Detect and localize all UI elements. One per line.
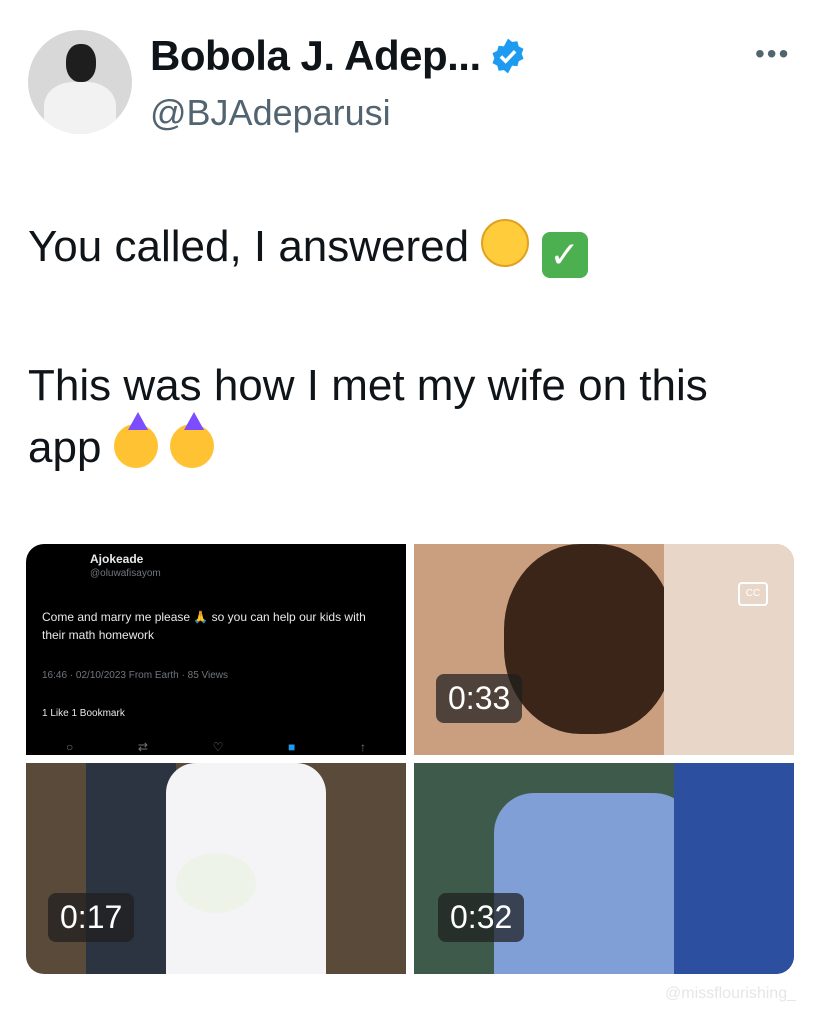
more-icon[interactable]: •••: [755, 38, 790, 70]
author-display-name[interactable]: Bobola J. Adep...: [150, 32, 481, 80]
tweet-line1-text: You called, I answered: [28, 222, 470, 271]
person-face: [504, 544, 674, 734]
party-emoji-icon: [169, 412, 214, 468]
media-grid[interactable]: Ajokeade @oluwafisayom Come and marry me…: [26, 544, 794, 974]
retweet-icon: ⇄: [137, 740, 148, 754]
watermark: @missflourishing_: [665, 985, 796, 1002]
video-duration: 0:32: [438, 893, 525, 942]
mural: [674, 763, 794, 974]
avatar[interactable]: [28, 30, 132, 134]
embedded-tweet-actions: ○ ⇄ ♡ ■ ↑: [66, 740, 366, 754]
embedded-tweet-handle: @oluwafisayom: [90, 568, 161, 579]
author-handle[interactable]: @BJAdeparusi: [150, 92, 391, 134]
grinning-emoji-icon: [481, 219, 530, 267]
embedded-tweet-meta: 16:46 · 02/10/2023 From Earth · 85 Views: [42, 670, 229, 681]
video-thumbnail[interactable]: 0:17: [26, 763, 406, 974]
author-name-row[interactable]: Bobola J. Adep...: [150, 32, 527, 80]
embedded-tweet-name: Ajokeade: [90, 552, 144, 566]
video-thumbnail[interactable]: 0:32: [414, 763, 794, 974]
like-icon: ♡: [212, 740, 224, 754]
party-emoji-icon: [113, 412, 158, 468]
bouquet: [176, 853, 256, 913]
bookmark-icon: ■: [288, 740, 296, 754]
embedded-tweet-image[interactable]: Ajokeade @oluwafisayom Come and marry me…: [26, 544, 406, 755]
tweet-text-line1: You called, I answered ✓: [28, 216, 588, 278]
embedded-tweet-stats: 1 Like 1 Bookmark: [42, 708, 125, 719]
check-emoji-icon: ✓: [541, 232, 588, 278]
tweet-text-line2: This was how I met my wife on this app: [28, 355, 788, 479]
reply-icon: ○: [66, 740, 74, 754]
share-icon: ↑: [359, 740, 366, 754]
verified-badge-icon: [492, 38, 524, 74]
ornament: [664, 544, 794, 755]
video-duration: 0:33: [436, 674, 523, 723]
avatar-body: [44, 82, 116, 134]
embedded-tweet-text: Come and marry me please 🙏 so you can he…: [42, 610, 366, 642]
avatar-head: [66, 44, 96, 82]
video-duration: 0:17: [48, 893, 135, 942]
video-thumbnail[interactable]: CC 0:33: [414, 544, 794, 755]
closed-captions-icon[interactable]: CC: [738, 582, 768, 606]
blue-dress: [494, 793, 694, 974]
groom-figure: [86, 763, 176, 974]
